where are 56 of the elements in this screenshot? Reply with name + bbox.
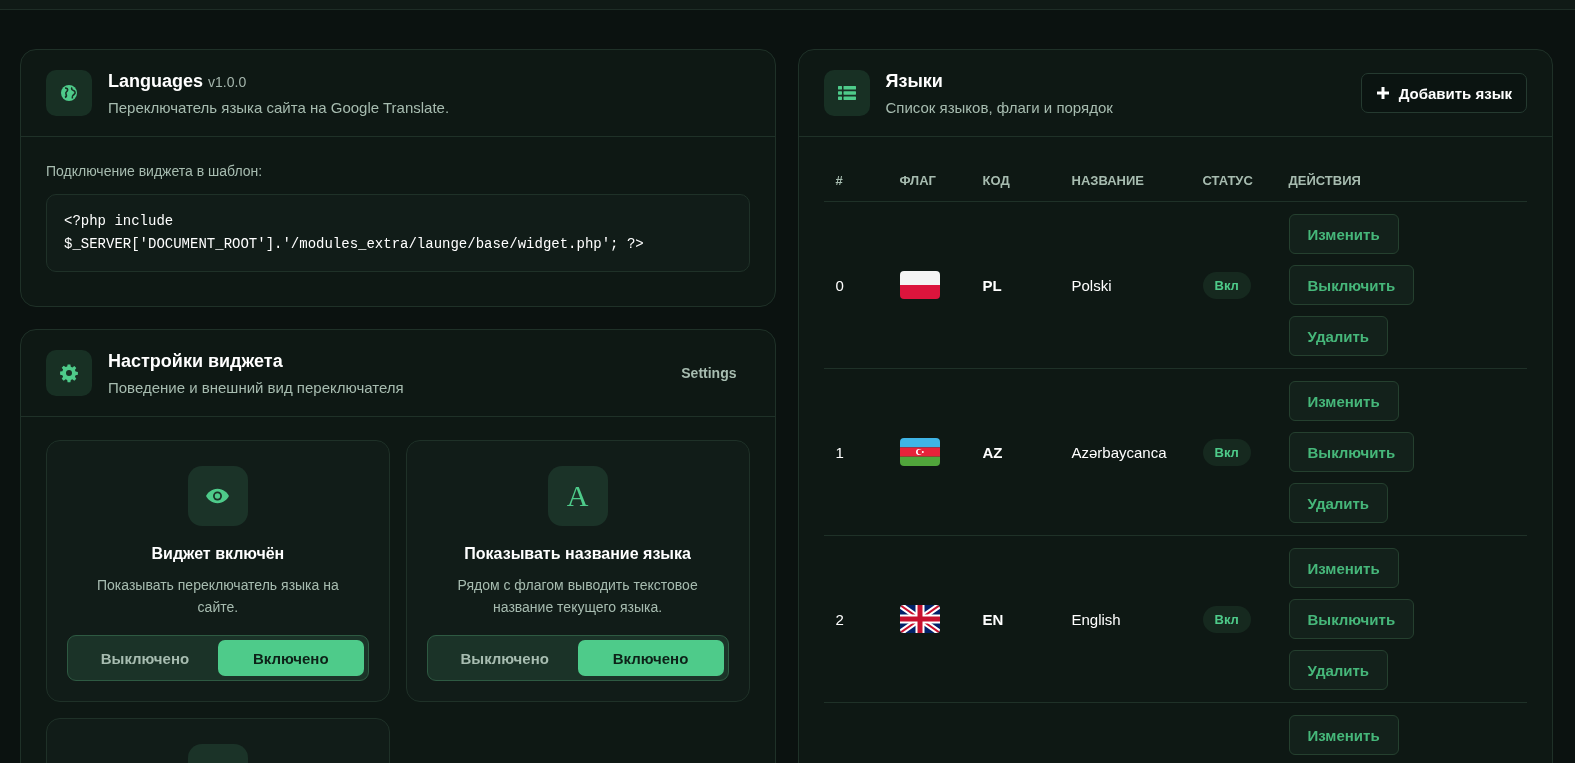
action-button[interactable]: Изменить — [1288, 715, 1399, 755]
settings-icon — [59, 363, 79, 383]
column-header: ФЛАГ — [887, 173, 971, 202]
card-subtitle: Список языков, флаги и порядок — [885, 98, 1114, 116]
eye-icon — [205, 487, 231, 505]
toggle-option[interactable]: Включено — [577, 640, 724, 676]
column-header: # — [823, 173, 888, 202]
row-number: 2 — [835, 610, 844, 628]
toggle-option[interactable]: Включено — [217, 640, 364, 676]
action-button[interactable]: Выключить — [1288, 599, 1415, 639]
option-title: Показывать название языка — [464, 545, 691, 563]
action-button[interactable]: Удалить — [1288, 316, 1389, 356]
letter-a-icon: A — [566, 479, 589, 513]
version-label: v1.0.0 — [208, 73, 247, 90]
card-title: Языки — [885, 70, 943, 92]
language-name: English — [1071, 610, 1121, 628]
settings-link[interactable]: Settings — [668, 365, 750, 381]
option-description: Показывать переключатель языка на сайте. — [96, 576, 340, 617]
card-subtitle: Переключатель языка сайта на Google Translate. — [108, 98, 451, 116]
card-subtitle: Поведение и внешний вид переключателя — [108, 378, 405, 396]
card-title: Languages — [108, 70, 204, 92]
flag-icon — [899, 605, 940, 633]
language-name: Azərbaycanca — [1071, 443, 1167, 461]
flag-icon — [899, 438, 940, 466]
action-button[interactable]: Изменить — [1288, 214, 1399, 254]
column-header: КОД — [970, 173, 1060, 202]
code-block: <?php include $_SERVER['DOCUMENT_ROOT'].'/modules_extra/launge/base/widget.php'; ?> — [46, 194, 750, 272]
globe-icon — [59, 83, 79, 103]
column-header: НАЗВАНИЕ — [1059, 173, 1191, 202]
row-number: 1 — [835, 443, 844, 461]
language-code: PL — [982, 276, 1002, 294]
action-button[interactable]: Изменить — [1288, 548, 1399, 588]
status-badge: Вкл — [1202, 271, 1251, 299]
plus-icon — [1375, 86, 1390, 100]
option-description: Рядом с флагом выводить текстовое название текущего языка. — [456, 576, 699, 617]
status-badge: Вкл — [1202, 605, 1251, 633]
option-title: Виджет включён — [151, 545, 285, 563]
action-button[interactable]: Удалить — [1288, 483, 1389, 523]
language-code: EN — [982, 610, 1004, 628]
language-code: AZ — [982, 443, 1003, 461]
action-button[interactable]: Изменить — [1288, 381, 1399, 421]
action-button[interactable]: Выключить — [1288, 432, 1415, 472]
action-button[interactable]: Выключить — [1288, 265, 1415, 305]
column-header: СТАТУС — [1190, 173, 1277, 202]
language-name: Polski — [1071, 276, 1112, 294]
card-title: Настройки виджета — [108, 350, 283, 372]
toggle-option[interactable]: Выключено — [72, 640, 218, 676]
column-header: ДЕЙСТВИЯ — [1276, 173, 1527, 202]
code-label: Подключение виджета в шаблон: — [46, 163, 264, 179]
row-number: 0 — [835, 276, 844, 294]
action-button[interactable]: Удалить — [1288, 650, 1389, 690]
status-badge: Вкл — [1202, 438, 1251, 466]
list-icon — [836, 83, 857, 103]
flag-icon — [899, 271, 940, 299]
toggle-option[interactable]: Выключено — [431, 640, 578, 676]
add-language-button[interactable]: Добавить язык — [1360, 73, 1527, 113]
